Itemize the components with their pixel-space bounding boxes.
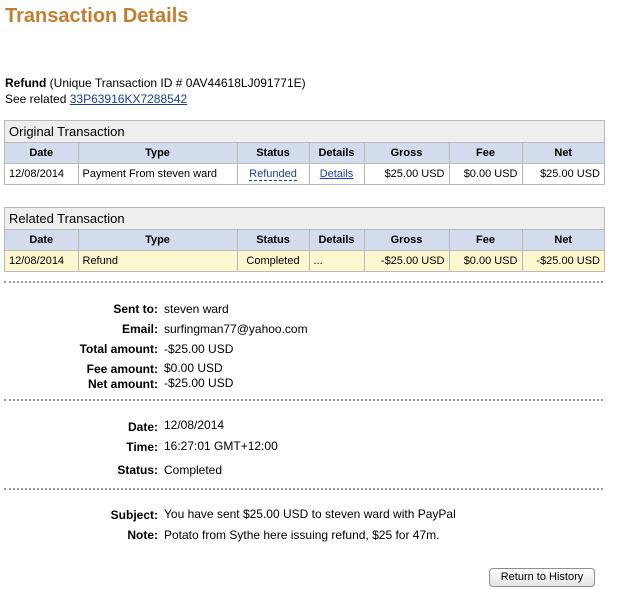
related-transaction-box: Related Transaction Date Type Status Det… [4,207,605,272]
unique-transaction-id: (Unique Transaction ID # 0AV44618LJ09177… [49,76,306,90]
col-gross: Gross [364,230,450,251]
date-label: Date: [127,420,158,434]
related-transaction-heading: Related Transaction [5,208,604,230]
section-divider [4,488,603,490]
cell-fee: $0.00 USD [449,163,523,184]
fee-amount-label: Fee amount: [86,362,158,376]
table-row: 12/08/2014 Refund Completed ... -$25.00 … [5,250,604,271]
cell-date: 12/08/2014 [5,250,79,271]
subject-value: You have sent $25.00 USD to steven ward … [164,507,456,521]
total-amount-value: -$25.00 USD [164,342,234,356]
cell-details: ... [309,250,365,271]
col-type: Type [78,143,238,164]
refund-label: Refund [5,76,47,90]
page-title: Transaction Details [5,5,189,27]
status-value: Completed [164,463,223,477]
col-net: Net [522,230,604,251]
col-status: Status [237,230,310,251]
cell-gross: $25.00 USD [364,163,450,184]
total-amount-label: Total amount: [79,342,158,356]
see-related-line: See related 33P63916KX7288542 [5,92,187,106]
related-transaction-link[interactable]: 33P63916KX7288542 [70,92,187,106]
col-date: Date [5,230,79,251]
original-transaction-heading: Original Transaction [5,121,604,143]
details-link[interactable]: Details [320,168,354,180]
net-amount-label: Net amount: [88,377,158,391]
fee-amount-value: $0.00 USD [164,361,223,375]
cell-gross: -$25.00 USD [364,250,450,271]
cell-fee: $0.00 USD [449,250,523,271]
col-net: Net [522,143,604,164]
date-value: 12/08/2014 [164,418,225,432]
cell-type: Payment From steven ward [78,163,238,184]
table-header-row: Date Type Status Details Gross Fee Net [5,143,604,164]
subject-label: Subject: [110,508,158,522]
cell-net: -$25.00 USD [522,250,604,271]
refund-summary: Refund (Unique Transaction ID # 0AV44618… [5,76,306,90]
original-transaction-box: Original Transaction Date Type Status De… [4,120,605,185]
see-related-label: See related [5,92,67,106]
sent-to-label: Sent to: [113,302,158,316]
section-divider [4,399,603,401]
cell-status: Refunded [237,163,310,184]
section-divider [4,281,603,283]
cell-type: Refund [78,250,238,271]
time-label: Time: [126,440,158,454]
sent-to-value: steven ward [164,302,229,316]
col-status: Status [237,143,310,164]
email-label: Email: [121,322,158,336]
col-type: Type [78,230,238,251]
col-details: Details [309,143,365,164]
col-gross: Gross [364,143,450,164]
col-date: Date [5,143,79,164]
cell-details: Details [309,163,365,184]
return-to-history-button[interactable]: Return to History [489,568,595,587]
col-fee: Fee [449,230,523,251]
table-header-row: Date Type Status Details Gross Fee Net [5,230,604,251]
cell-date: 12/08/2014 [5,163,79,184]
email-value: surfingman77@yahoo.com [164,322,308,336]
cell-net: $25.00 USD [540,168,600,180]
table-row: 12/08/2014 Payment From steven ward Refu… [5,163,604,184]
refunded-status-link[interactable]: Refunded [249,168,297,181]
note-label: Note: [127,528,158,542]
original-transaction-table: Date Type Status Details Gross Fee Net 1… [5,143,604,184]
status-label: Status: [117,463,158,477]
cell-status: Completed [237,250,310,271]
net-amount-value: -$25.00 USD [164,376,234,390]
related-transaction-table: Date Type Status Details Gross Fee Net 1… [5,230,604,271]
col-details: Details [309,230,365,251]
time-value: 16:27:01 GMT+12:00 [164,439,278,453]
note-value: Potato from Sythe here issuing refund, $… [164,528,440,542]
col-fee: Fee [449,143,523,164]
